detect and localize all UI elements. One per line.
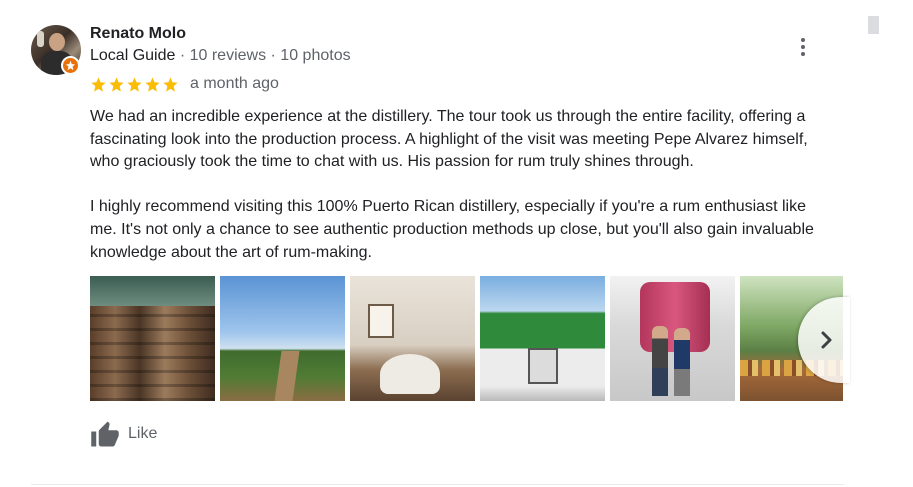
like-button[interactable]: Like [90,420,157,448]
review-paragraph: I highly recommend visiting this 100% Pu… [90,198,814,261]
review-text: We had an incredible experience at the d… [90,106,835,264]
local-guide-label: Local Guide [90,47,176,64]
like-label: Like [128,425,158,442]
photo-sugarcane-field[interactable] [220,276,345,401]
star-icon [91,76,106,92]
photo-visitors-tank[interactable] [610,276,735,401]
author-name[interactable]: Renato Molo [90,25,186,43]
review-paragraph: We had an incredible experience at the d… [90,108,808,171]
more-vert-icon [801,38,805,42]
thumb-up-icon [91,421,119,447]
star-icon [127,76,142,92]
author-stats: · 10 reviews · 10 photos [175,47,351,64]
star-icon [109,76,124,92]
chevron-right-icon [821,331,832,349]
star-icon [163,76,178,92]
author-avatar[interactable] [31,25,81,75]
divider [31,484,844,485]
more-options-button[interactable] [793,35,813,59]
star-rating: a month ago [90,75,279,93]
local-guide-star-icon [61,56,80,75]
stars [90,76,179,93]
scrollbar-thumb[interactable] [868,16,879,34]
review-photos [90,276,843,401]
star-icon [145,76,160,92]
photo-interior-room[interactable] [350,276,475,401]
photo-barrel-warehouse[interactable] [90,276,215,401]
author-meta: Local Guide · 10 reviews · 10 photos [90,47,351,65]
photo-distillery-building[interactable] [480,276,605,401]
review-date: a month ago [190,75,279,92]
